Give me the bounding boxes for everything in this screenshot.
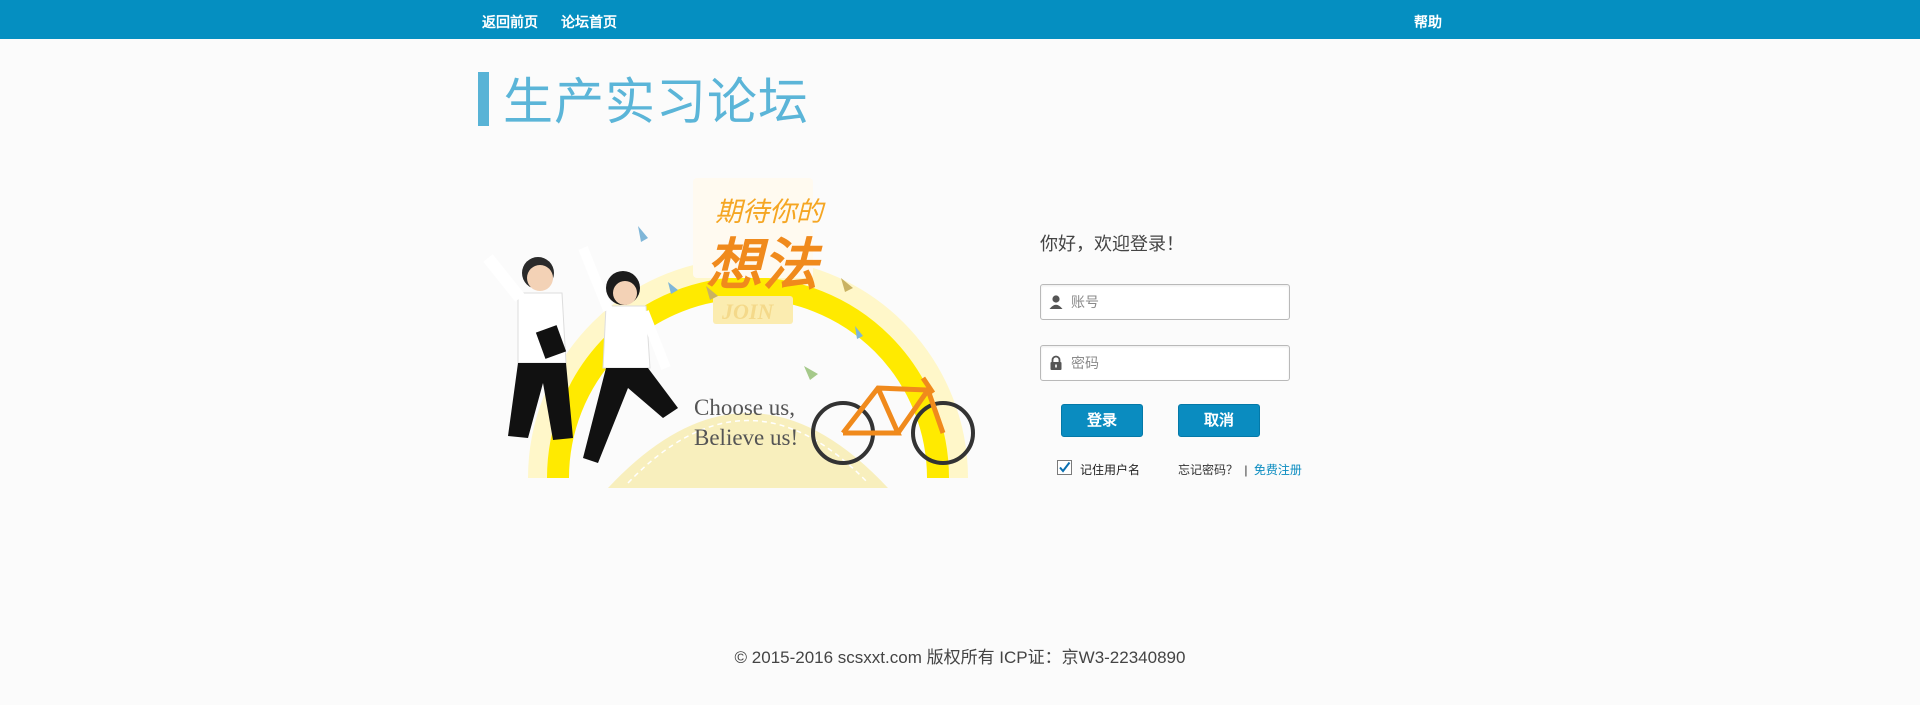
remember-checkbox[interactable]	[1057, 460, 1072, 475]
back-link[interactable]: 返回前页	[482, 0, 538, 39]
title-accent-bar	[478, 72, 489, 126]
register-link[interactable]: 免费注册	[1254, 463, 1302, 477]
hero-slogan-line2: Believe us!	[694, 425, 799, 450]
account-links: 忘记密码？ | 免费注册	[1178, 461, 1302, 478]
link-separator: |	[1244, 463, 1248, 477]
hero-illustration: 期待你的 想法 JOIN Choose us, Believe us!	[478, 178, 998, 488]
forgot-password-link[interactable]: 忘记密码？	[1178, 463, 1238, 477]
account-input[interactable]	[1071, 285, 1285, 319]
password-field	[1040, 345, 1290, 381]
hero-slogan-line1: Choose us,	[694, 395, 795, 420]
top-nav-bar: 返回前页 论坛首页 帮助	[0, 0, 1920, 39]
login-button[interactable]: 登录	[1061, 404, 1143, 437]
help-link[interactable]: 帮助	[1414, 0, 1442, 39]
hero-join-text: JOIN	[722, 299, 774, 324]
page-title: 生产实习论坛	[503, 73, 809, 131]
remember-label: 记住用户名	[1080, 463, 1141, 477]
forum-home-link[interactable]: 论坛首页	[561, 0, 617, 39]
user-icon	[1048, 294, 1064, 310]
hero-headline-big: 想法	[706, 233, 818, 298]
password-input[interactable]	[1071, 346, 1285, 380]
account-field	[1040, 284, 1290, 320]
lock-icon	[1048, 355, 1064, 371]
cancel-button[interactable]: 取消	[1178, 404, 1260, 437]
welcome-text: 你好，欢迎登录！	[1040, 234, 1184, 254]
checkmark-icon	[1059, 461, 1071, 473]
footer-copyright: © 2015-2016 scsxxt.com 版权所有 ICP证：京W3-223…	[734, 648, 1186, 667]
